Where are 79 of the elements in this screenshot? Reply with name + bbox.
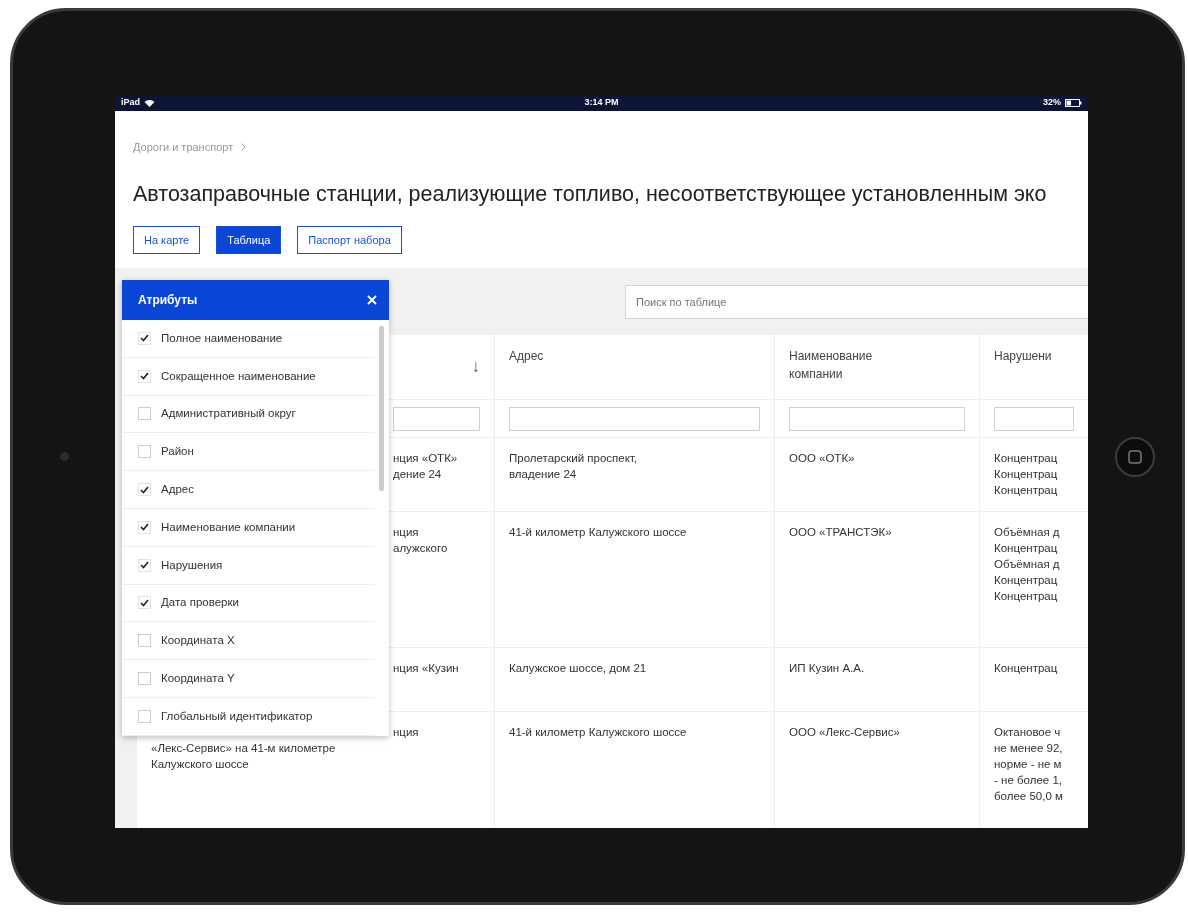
table-cell-text: Концентрац (994, 589, 1059, 604)
attribute-option[interactable]: Сокращенное наименование (122, 357, 375, 396)
attribute-option[interactable]: Координата Y (122, 660, 375, 698)
filter-field[interactable] (393, 407, 480, 431)
view-tab[interactable]: Паспорт набора (297, 225, 402, 254)
table-cell-text: более 50,0 м (994, 789, 1064, 804)
camera-lens (59, 452, 69, 461)
table-cell-text: Концентрац (994, 573, 1059, 588)
page-title: Автозаправочные станции, реализующие топливо, несоответствующее установленным эко (133, 180, 1048, 208)
square-icon (1128, 449, 1142, 464)
table-cell-text: дение 24 (393, 467, 443, 482)
table-cell-text: ООО «ОТК» (789, 451, 856, 466)
attribute-option[interactable]: Адрес (122, 471, 375, 509)
attribute-option[interactable]: Координата X (122, 622, 375, 661)
clock-time: 3:14 PM (584, 96, 619, 110)
filter-field[interactable] (789, 407, 965, 431)
attribute-option[interactable]: Наименование компании (122, 509, 375, 547)
table-cell-text: Калужское шоссе, дом 21 (509, 661, 648, 676)
attribute-option[interactable]: Административный округ (122, 395, 375, 434)
table-cell-text: Концентрац (994, 467, 1059, 482)
table-cell-text: Объёмная д (994, 525, 1061, 540)
scrollbar[interactable] (379, 326, 384, 491)
table-cell-text: ИП Кузин А.А. (789, 661, 866, 676)
checkbox[interactable] (138, 331, 151, 345)
battery-icon (1065, 99, 1082, 107)
attribute-option[interactable]: Район (122, 433, 375, 472)
checkbox[interactable] (138, 520, 151, 534)
checkbox[interactable] (138, 369, 151, 383)
table-cell-text: Пролетарский проспект, (509, 451, 639, 466)
attribute-option[interactable]: Дата проверки (122, 584, 375, 623)
table-cell-text: Концентрац (994, 661, 1059, 676)
panel-title: Атрибуты (138, 292, 198, 309)
table-cell-text: «Лекс-Сервис» на 41-м километре (151, 741, 337, 756)
table-cell-text: 41-й километр Калужского шоссе (509, 525, 688, 540)
home-button[interactable] (1115, 436, 1155, 477)
view-tab[interactable]: На карте (133, 225, 201, 254)
column-header[interactable]: Наименование компании (789, 347, 909, 383)
wifi-icon (144, 99, 155, 107)
table-cell-text: нция (393, 725, 420, 740)
checkbox[interactable] (138, 634, 151, 648)
attribute-option[interactable]: Глобальный идентификатор (122, 697, 375, 736)
table-cell-text: нция «ОТК» (393, 451, 459, 466)
table-cell-text: Октановое ч (994, 725, 1062, 740)
table-cell-text: Концентрац (994, 483, 1059, 498)
column-header[interactable]: Адрес (509, 347, 760, 365)
table-cell-text: Концентрац (994, 541, 1059, 556)
table-cell-text: ООО «ТРАНСТЭК» (789, 525, 893, 540)
chevron-right-icon (241, 143, 247, 152)
checkbox[interactable] (138, 709, 151, 723)
attribute-option[interactable]: Полное наименование (122, 320, 375, 358)
table-cell-text: Концентрац (994, 451, 1059, 466)
table-cell-text: норме - не м (994, 757, 1063, 772)
close-button[interactable] (367, 295, 377, 305)
battery-percent: 32% (1042, 96, 1061, 110)
table-cell-text: нция «Кузин (393, 661, 460, 676)
attribute-option[interactable]: Нарушения (122, 546, 375, 585)
column-header[interactable]: Нарушени (994, 347, 1074, 365)
checkbox[interactable] (138, 558, 151, 572)
table-cell-text: ООО «Лекс-Сервис» (789, 725, 901, 740)
search-field[interactable]: Поиск по таблице (625, 284, 1088, 319)
table-cell-text: нция (393, 525, 420, 540)
table-cell-text: Объёмная д (994, 557, 1061, 572)
checkbox[interactable] (138, 596, 151, 610)
checkbox[interactable] (138, 483, 151, 497)
table-cell-text: 41-й километр Калужского шоссе (509, 725, 688, 740)
table-cell-text: Калужского шоссе (151, 757, 250, 772)
checkbox[interactable] (138, 407, 151, 421)
view-tab[interactable]: Таблица (216, 225, 282, 254)
filter-field[interactable] (994, 407, 1074, 431)
checkbox[interactable] (138, 445, 151, 459)
sort-button[interactable]: ↓ (471, 354, 480, 380)
table-cell-text: алужского (393, 541, 449, 556)
table-cell-text: - не более 1, (994, 773, 1063, 788)
close-icon (367, 295, 377, 305)
filter-field[interactable] (509, 407, 760, 431)
device-name: iPad (121, 96, 140, 110)
table-cell-text: владение 24 (509, 467, 578, 482)
checkbox[interactable] (138, 672, 151, 686)
table-cell-text: не менее 92, (994, 741, 1064, 756)
